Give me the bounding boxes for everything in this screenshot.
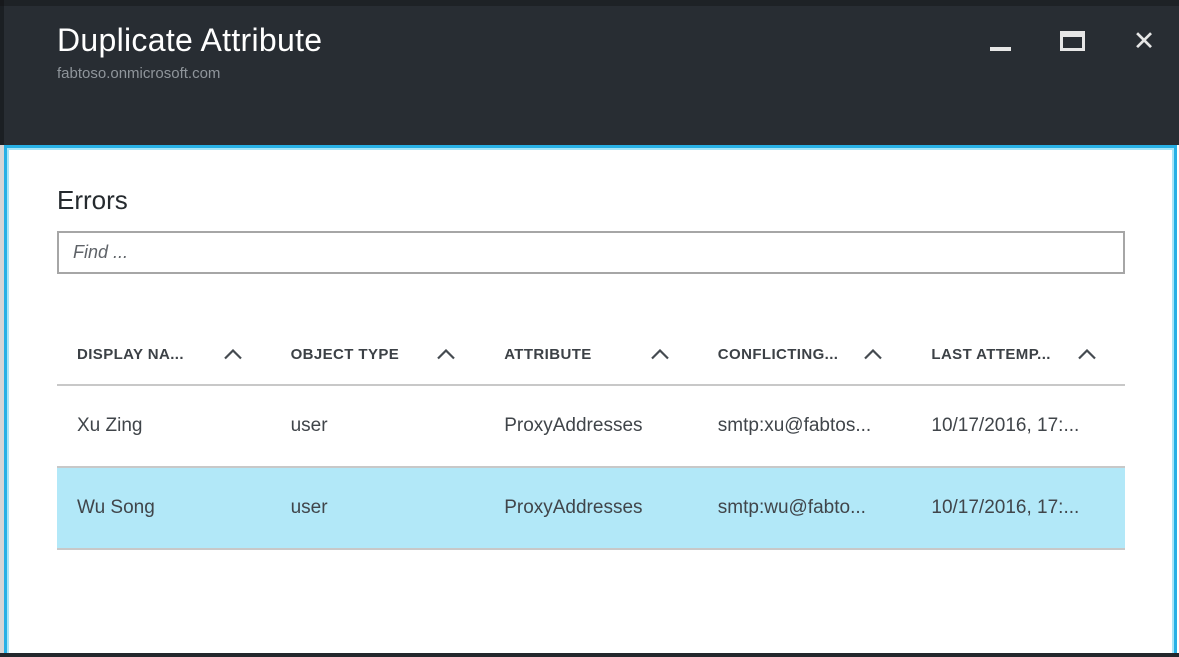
close-button[interactable]: ✕ xyxy=(1131,26,1157,56)
cell-attribute: ProxyAddresses xyxy=(504,415,643,436)
minimize-button[interactable] xyxy=(987,28,1013,54)
cell-last-attempt: 10/17/2016, 17:... xyxy=(931,415,1080,436)
column-label: LAST ATTEMP... xyxy=(931,345,1051,363)
table-row[interactable]: Xu Zing user ProxyAddresses smtp:xu@fabt… xyxy=(57,386,1125,468)
chevron-up-icon xyxy=(223,348,243,360)
column-header-attribute[interactable]: ATTRIBUTE xyxy=(484,324,698,384)
table-row-selected[interactable]: Wu Song user ProxyAddresses smtp:wu@fabt… xyxy=(57,468,1125,550)
errors-panel: Errors DISPLAY NA... OBJECT TYPE ATT xyxy=(4,145,1177,653)
find-input[interactable] xyxy=(57,231,1125,274)
tenant-subtitle: fabtoso.onmicrosoft.com xyxy=(57,65,221,82)
cell-conflicting-value: smtp:xu@fabtos... xyxy=(717,415,872,436)
column-header-object-type[interactable]: OBJECT TYPE xyxy=(271,324,485,384)
column-header-last-attempt[interactable]: LAST ATTEMP... xyxy=(911,324,1125,384)
maximize-button[interactable] xyxy=(1059,28,1085,54)
cell-object-type: user xyxy=(290,497,328,518)
titlebar: Duplicate Attribute fabtoso.onmicrosoft.… xyxy=(0,6,1179,145)
column-label: DISPLAY NA... xyxy=(77,345,184,363)
errors-heading: Errors xyxy=(57,185,128,215)
column-header-conflicting[interactable]: CONFLICTING... xyxy=(698,324,912,384)
chevron-up-icon xyxy=(1077,348,1097,360)
column-header-display-name[interactable]: DISPLAY NA... xyxy=(57,324,271,384)
cell-last-attempt: 10/17/2016, 17:... xyxy=(931,497,1080,518)
column-label: ATTRIBUTE xyxy=(504,345,592,363)
cell-display-name: Xu Zing xyxy=(77,415,143,436)
duplicate-attribute-dialog: Duplicate Attribute fabtoso.onmicrosoft.… xyxy=(0,0,1179,657)
column-label: OBJECT TYPE xyxy=(290,345,400,363)
cell-display-name: Wu Song xyxy=(77,497,155,518)
chevron-up-icon xyxy=(650,348,670,360)
errors-table: DISPLAY NA... OBJECT TYPE ATTRIBUTE CONF… xyxy=(57,324,1125,550)
minimize-icon xyxy=(989,47,1011,51)
window-controls: ✕ xyxy=(987,26,1157,56)
table-header-row: DISPLAY NA... OBJECT TYPE ATTRIBUTE CONF… xyxy=(57,324,1125,386)
chevron-up-icon xyxy=(863,348,883,360)
cell-attribute: ProxyAddresses xyxy=(504,497,643,518)
chevron-up-icon xyxy=(436,348,456,360)
close-icon: ✕ xyxy=(1132,26,1156,56)
window-bottom-edge xyxy=(0,653,1179,657)
cell-object-type: user xyxy=(290,415,328,436)
cell-conflicting-value: smtp:wu@fabto... xyxy=(717,497,866,518)
maximize-icon xyxy=(1059,31,1085,51)
column-label: CONFLICTING... xyxy=(717,345,839,363)
